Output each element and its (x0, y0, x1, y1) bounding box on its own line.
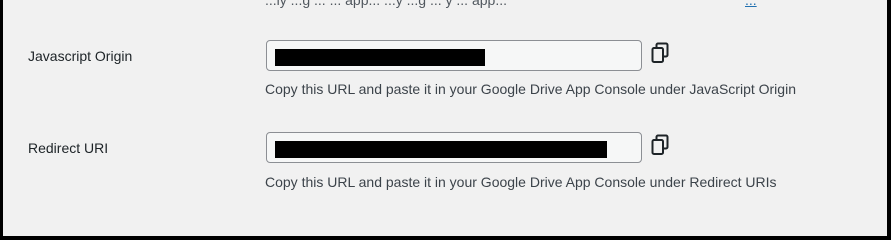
partial-link[interactable]: ... (745, 0, 757, 8)
partial-description: ...ly ...g ... ... app... ...y ...g ... … (265, 0, 507, 8)
settings-panel: ...ly ...g ... ... app... ...y ...g ... … (0, 0, 891, 240)
javascript-origin-help: Copy this URL and paste it in your Googl… (265, 81, 796, 97)
javascript-origin-label: Javascript Origin (28, 48, 133, 64)
copy-icon[interactable] (651, 134, 669, 156)
redirect-uri-help: Copy this URL and paste it in your Googl… (265, 174, 777, 190)
redirect-uri-label: Redirect URI (28, 140, 109, 156)
javascript-origin-field[interactable] (266, 40, 642, 71)
copy-icon[interactable] (651, 42, 669, 64)
redacted-value (275, 141, 607, 158)
redirect-uri-field[interactable] (266, 132, 642, 163)
redacted-value (275, 49, 485, 66)
